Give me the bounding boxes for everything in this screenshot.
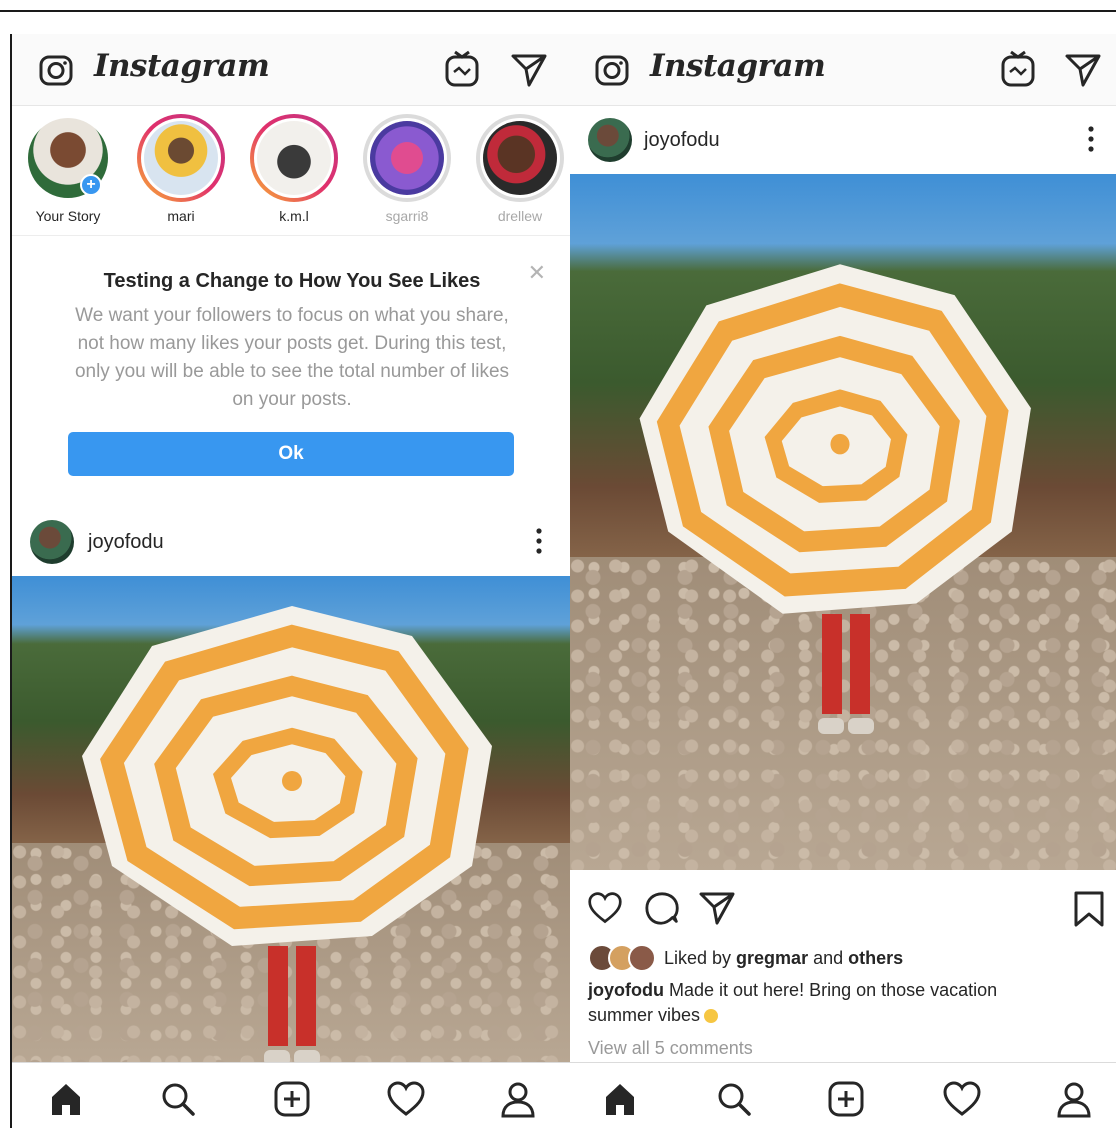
- post-photo[interactable]: [12, 576, 570, 1062]
- umbrella-image: [639, 264, 1031, 614]
- post-caption: joyofodu Made it out here! Bring on thos…: [588, 978, 1058, 1028]
- avatar: [257, 121, 331, 195]
- post-header: joyofodu: [570, 106, 1116, 174]
- umbrella-image: [82, 606, 492, 946]
- liked-others[interactable]: others: [848, 948, 903, 968]
- profile-icon[interactable]: [498, 1079, 538, 1119]
- bottom-nav: [570, 1062, 1116, 1128]
- bottom-nav: [12, 1062, 570, 1128]
- notice-body: We want your followers to focus on what …: [74, 305, 510, 410]
- avatar[interactable]: [588, 118, 632, 162]
- camera-icon[interactable]: [594, 52, 630, 88]
- avatar: [483, 121, 557, 195]
- story-drellew[interactable]: drellew: [470, 114, 570, 224]
- story-mari[interactable]: mari: [131, 114, 231, 224]
- avatar[interactable]: [30, 520, 74, 564]
- liked-prefix: Liked by: [664, 948, 737, 968]
- likes-test-notice: ✕ Testing a Change to How You See Likes …: [12, 236, 570, 508]
- sun-emoji-icon: [704, 1009, 719, 1024]
- post-username[interactable]: joyofodu: [644, 129, 720, 152]
- heart-icon[interactable]: [586, 890, 624, 926]
- view-comments-link[interactable]: View all 5 comments: [588, 1038, 753, 1059]
- share-icon[interactable]: [698, 890, 736, 926]
- liked-and: and: [808, 948, 849, 968]
- post-header: joyofodu: [12, 508, 570, 576]
- top-bar: Instagram: [570, 34, 1116, 106]
- search-icon[interactable]: [714, 1079, 754, 1119]
- top-rule: [0, 10, 1116, 12]
- avatar: [370, 121, 444, 195]
- more-options-icon[interactable]: [536, 528, 542, 554]
- more-options-icon[interactable]: [1088, 126, 1094, 152]
- igtv-icon[interactable]: [444, 50, 480, 88]
- search-icon[interactable]: [158, 1079, 198, 1119]
- bookmark-icon[interactable]: [1072, 890, 1106, 928]
- home-icon[interactable]: [600, 1079, 640, 1119]
- story-kml[interactable]: k.m.l: [244, 114, 344, 224]
- direct-message-icon[interactable]: [1064, 52, 1102, 88]
- liker-avatars[interactable]: [588, 944, 656, 972]
- activity-heart-icon[interactable]: [942, 1079, 982, 1119]
- add-post-icon[interactable]: [826, 1079, 866, 1119]
- liked-user[interactable]: gregmar: [736, 948, 808, 968]
- post-username[interactable]: joyofodu: [88, 531, 164, 554]
- story-name: k.m.l: [279, 208, 309, 224]
- ok-button[interactable]: Ok: [68, 432, 514, 476]
- post-photo[interactable]: [570, 174, 1116, 870]
- igtv-icon[interactable]: [1000, 50, 1036, 88]
- camera-icon[interactable]: [38, 52, 74, 88]
- caption-username[interactable]: joyofodu: [588, 980, 664, 1000]
- add-post-icon[interactable]: [272, 1079, 312, 1119]
- home-icon[interactable]: [46, 1079, 86, 1119]
- story-name: drellew: [497, 208, 543, 224]
- right-screen: Instagram joyofodu Liked by gregmar and …: [570, 34, 1116, 1128]
- comment-icon[interactable]: [644, 890, 682, 928]
- app-logo: Instagram: [94, 48, 270, 84]
- story-your-story[interactable]: + Your Story: [18, 114, 118, 224]
- liked-by-text[interactable]: Liked by gregmar and others: [664, 948, 903, 969]
- story-name: Your Story: [35, 208, 101, 224]
- notice-title: Testing a Change to How You See Likes: [103, 270, 481, 292]
- profile-icon[interactable]: [1054, 1079, 1094, 1119]
- stories-tray: + Your Story mari k.m.l sgarri8 drellew: [12, 106, 570, 236]
- app-logo: Instagram: [650, 48, 826, 84]
- top-bar: Instagram: [12, 34, 570, 106]
- story-name: mari: [167, 208, 195, 224]
- activity-heart-icon[interactable]: [386, 1079, 426, 1119]
- avatar: [144, 121, 218, 195]
- story-name: sgarri8: [385, 208, 429, 224]
- left-screen: Instagram + Your Story mari k.m.l sgarri…: [10, 34, 570, 1128]
- direct-message-icon[interactable]: [510, 52, 548, 88]
- story-sgarri8[interactable]: sgarri8: [357, 114, 457, 224]
- add-story-icon[interactable]: +: [80, 174, 102, 196]
